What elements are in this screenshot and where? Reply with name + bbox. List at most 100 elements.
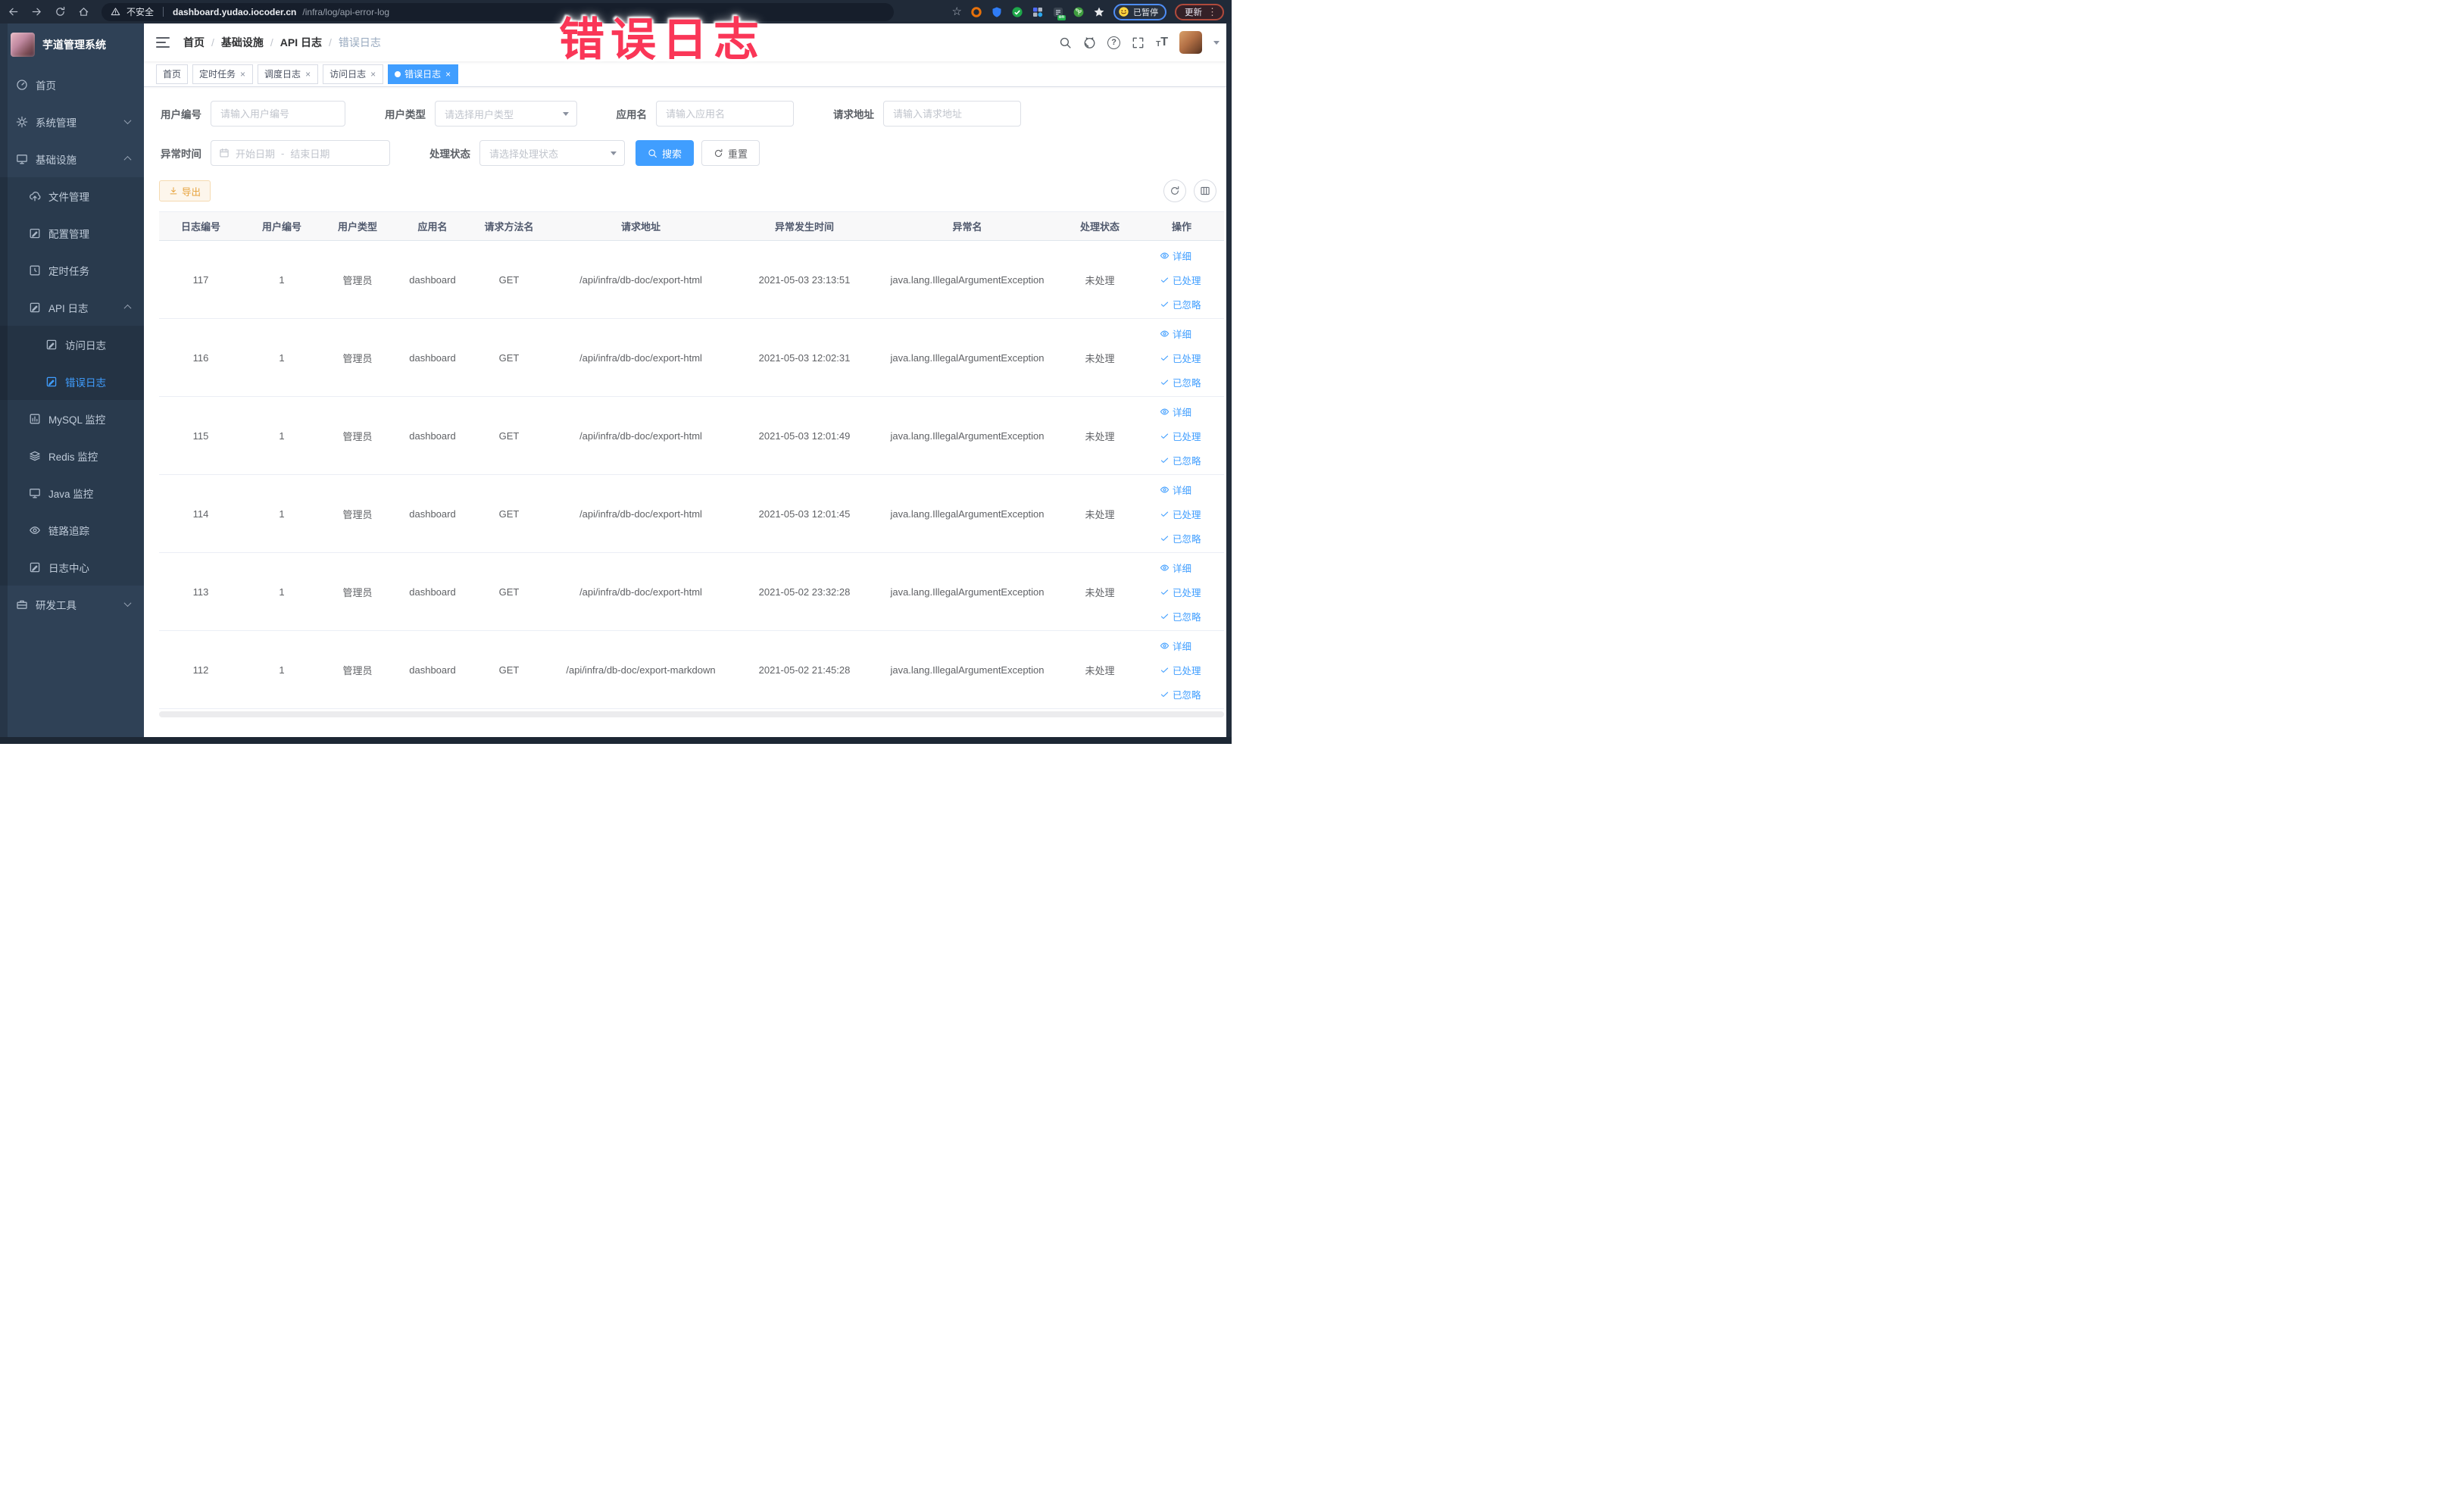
on-badge-extension-icon[interactable]: on: [1052, 6, 1066, 20]
action-已忽略[interactable]: 已忽略: [1160, 609, 1204, 623]
sidebar-item-java[interactable]: Java 监控: [0, 474, 144, 511]
app-name-input[interactable]: [656, 101, 794, 127]
close-icon[interactable]: ×: [239, 70, 246, 79]
paused-badge[interactable]: 已暂停: [1113, 3, 1166, 20]
update-button[interactable]: 更新 ⋮: [1175, 3, 1224, 20]
action-详细[interactable]: 详细: [1160, 639, 1204, 653]
star-extension-icon[interactable]: [1093, 6, 1105, 18]
action-已处理[interactable]: 已处理: [1160, 351, 1204, 365]
page-content: 用户编号 用户类型 请选择用户类型 应用名 请求地址: [144, 87, 1232, 744]
date-range-picker[interactable]: 开始日期 - 结束日期: [211, 140, 390, 166]
action-label: 已忽略: [1173, 299, 1201, 311]
columns-grid-icon: [1200, 186, 1210, 196]
sidebar-item-job[interactable]: 定时任务: [0, 251, 144, 289]
breadcrumb-item-1[interactable]: 基础设施: [221, 35, 264, 50]
cell-app_name: dashboard: [394, 474, 471, 553]
action-已忽略[interactable]: 已忽略: [1160, 297, 1204, 311]
export-button[interactable]: 导出: [159, 180, 211, 201]
user-type-select[interactable]: 请选择用户类型: [435, 101, 577, 127]
action-详细[interactable]: 详细: [1160, 405, 1204, 419]
help-icon[interactable]: ?: [1107, 36, 1121, 49]
action-已忽略[interactable]: 已忽略: [1160, 375, 1204, 389]
orange-ring-extension-icon[interactable]: [970, 6, 982, 18]
sidebar-logo[interactable]: 芋道管理系统: [0, 23, 144, 66]
user-id-input[interactable]: [211, 101, 345, 127]
action-详细[interactable]: 详细: [1160, 561, 1204, 575]
action-已处理[interactable]: 已处理: [1160, 429, 1204, 443]
sidebar-item-access-log[interactable]: 访问日志: [0, 326, 144, 363]
action-已处理[interactable]: 已处理: [1160, 585, 1204, 599]
sidebar-item-config[interactable]: 配置管理: [0, 214, 144, 251]
home-icon[interactable]: [78, 6, 89, 17]
horizontal-scrollbar[interactable]: [159, 711, 1224, 717]
close-icon[interactable]: ×: [304, 70, 311, 79]
sidebar-item-infra[interactable]: 基础设施: [0, 140, 144, 177]
action-详细[interactable]: 详细: [1160, 326, 1204, 341]
grid-extension-icon[interactable]: [1032, 6, 1044, 18]
green-check-extension-icon[interactable]: [1011, 6, 1023, 18]
reload-icon[interactable]: [55, 6, 66, 17]
action-label: 已忽略: [1173, 611, 1201, 623]
user-id-label: 用户编号: [161, 109, 201, 120]
shield-extension-icon[interactable]: [991, 6, 1003, 18]
sidebar-item-api-log[interactable]: API 日志: [0, 289, 144, 326]
search-icon[interactable]: [1059, 36, 1072, 49]
fullscreen-icon[interactable]: [1132, 36, 1145, 49]
cell-status: 未处理: [1060, 396, 1139, 475]
browser-nav-buttons: [8, 6, 89, 17]
cell-url: /api/infra/db-doc/export-html: [547, 318, 735, 397]
tab-home[interactable]: 首页: [156, 64, 189, 84]
cell-status: 未处理: [1060, 240, 1139, 319]
sidebar-item-mysql[interactable]: MySQL 监控: [0, 400, 144, 437]
action-详细[interactable]: 详细: [1160, 483, 1204, 497]
tab-job-log[interactable]: 调度日志 ×: [258, 64, 319, 84]
close-icon[interactable]: ×: [370, 70, 376, 79]
search-button[interactable]: 搜索: [636, 140, 695, 166]
avatar[interactable]: [1179, 31, 1202, 54]
sidebar-item-trace[interactable]: 链路追踪: [0, 511, 144, 548]
more-menu-icon[interactable]: ⋮: [1207, 6, 1217, 18]
refresh-table-button[interactable]: [1163, 180, 1186, 202]
sidebar-item-label: 定时任务: [48, 265, 89, 277]
breadcrumb-item-2[interactable]: API 日志: [280, 35, 322, 50]
reset-button[interactable]: 重置: [701, 140, 760, 166]
tab-job[interactable]: 定时任务 ×: [192, 64, 254, 84]
action-已处理[interactable]: 已处理: [1160, 273, 1204, 287]
check-icon: [1160, 353, 1170, 363]
forward-icon[interactable]: [31, 6, 42, 17]
column-settings-button[interactable]: [1194, 180, 1216, 202]
chevron-down-icon[interactable]: [1213, 40, 1220, 45]
action-已处理[interactable]: 已处理: [1160, 663, 1204, 677]
table-row-115: 115 1 管理员 dashboard GET/api/infra/db-doc/exp…: [159, 396, 1224, 475]
github-icon[interactable]: [1083, 36, 1096, 49]
sidebar-item-system[interactable]: 系统管理: [0, 103, 144, 140]
layers-icon: [29, 450, 41, 462]
tab-api-error-log[interactable]: 错误日志 ×: [388, 64, 459, 84]
request-url-input[interactable]: [883, 101, 1021, 127]
sidebar-item-devtools[interactable]: 研发工具: [0, 586, 144, 623]
sidebar-item-label: 系统管理: [36, 117, 77, 129]
action-已忽略[interactable]: 已忽略: [1160, 687, 1204, 701]
sidebar-item-error-log[interactable]: 错误日志: [0, 363, 144, 400]
action-已处理[interactable]: 已处理: [1160, 507, 1204, 521]
leaf-extension-icon[interactable]: [1073, 6, 1085, 18]
sidebar-item-redis[interactable]: Redis 监控: [0, 437, 144, 474]
action-已忽略[interactable]: 已忽略: [1160, 453, 1204, 467]
security-label[interactable]: 不安全: [126, 5, 154, 18]
page-scrollbar[interactable]: [1226, 23, 1232, 744]
action-详细[interactable]: 详细: [1160, 248, 1204, 263]
breadcrumb-item-0[interactable]: 首页: [183, 35, 205, 50]
process-status-select[interactable]: 请选择处理状态: [479, 140, 625, 166]
address-bar[interactable]: 不安全 dashboard.yudao.iocoder.cn/infra/log…: [101, 2, 894, 21]
action-已忽略[interactable]: 已忽略: [1160, 531, 1204, 545]
sidebar-item-file[interactable]: 文件管理: [0, 177, 144, 214]
sidebar-item-label: 链路追踪: [48, 525, 89, 537]
bookmark-star-icon[interactable]: ☆: [952, 6, 962, 17]
hamburger-icon[interactable]: [156, 37, 170, 48]
back-icon[interactable]: [8, 6, 19, 17]
tab-api-access-log[interactable]: 访问日志 ×: [323, 64, 384, 84]
close-icon[interactable]: ×: [445, 70, 451, 79]
sidebar-item-home[interactable]: 首页: [0, 66, 144, 103]
sidebar-item-log-center[interactable]: 日志中心: [0, 548, 144, 586]
font-size-icon[interactable]: TT: [1156, 36, 1168, 48]
